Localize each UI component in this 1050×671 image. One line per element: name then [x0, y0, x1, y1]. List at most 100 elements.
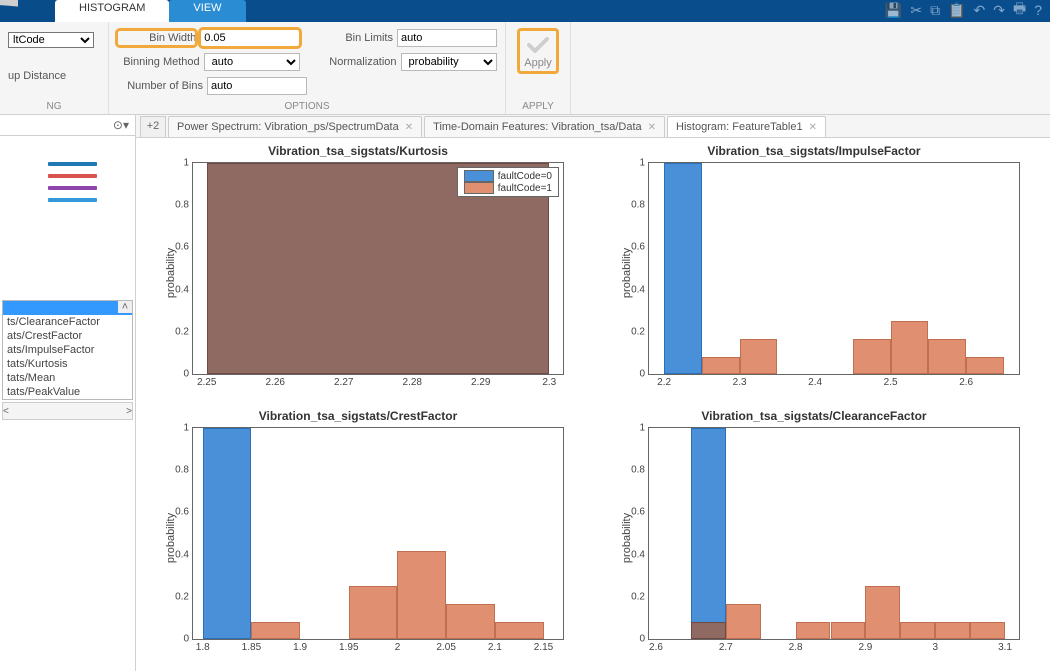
- list-selection[interactable]: [3, 301, 132, 315]
- document-tab[interactable]: Time-Domain Features: Vibration_tsa/Data…: [424, 116, 665, 137]
- ribbon-footer-options: OPTIONS: [109, 101, 505, 112]
- num-bins-input[interactable]: [207, 77, 307, 95]
- y-tick: 1: [183, 423, 189, 434]
- save-icon[interactable]: 💾: [885, 2, 902, 19]
- distance-label: up Distance: [8, 70, 100, 82]
- ribbon-section-options: Bin Width Bin Limits Binning Method auto…: [109, 22, 506, 114]
- plot-axes[interactable]: 00.20.40.60.811.81.851.91.9522.052.12.15: [192, 427, 564, 640]
- y-tick: 0.8: [175, 465, 189, 476]
- panel-menu-button[interactable]: ⊙▾: [0, 115, 135, 136]
- normalization-label: Normalization: [322, 56, 397, 68]
- tab-view[interactable]: VIEW: [169, 0, 245, 22]
- list-item[interactable]: tats/Mean: [3, 371, 132, 385]
- scroll-up-icon[interactable]: ˄: [118, 301, 132, 313]
- x-tick: 2.2: [657, 377, 671, 388]
- x-tick: 2.7: [719, 642, 733, 653]
- bin-width-input[interactable]: [200, 29, 300, 47]
- document-tab[interactable]: Power Spectrum: Vibration_ps/SpectrumDat…: [168, 116, 422, 137]
- undo-icon[interactable]: ↶: [974, 2, 986, 19]
- close-icon[interactable]: ✕: [809, 122, 817, 133]
- x-tick: 2.1: [488, 642, 502, 653]
- histogram-bar: [966, 357, 1004, 375]
- document-tab-bar: +2 Power Spectrum: Vibration_ps/Spectrum…: [136, 115, 1050, 138]
- x-tick: 3: [932, 642, 938, 653]
- titlebar-icon-group: 💾 ✂ ⧉ 📋 ↶ ↷ 🖶 ?: [885, 0, 1050, 22]
- binning-method-select[interactable]: auto: [204, 53, 300, 71]
- y-tick: 0.6: [631, 507, 645, 518]
- y-tick: 1: [183, 158, 189, 169]
- hscrollbar[interactable]: <>: [2, 402, 133, 420]
- group-by-select[interactable]: ltCode: [8, 32, 94, 48]
- histogram-bar: [726, 604, 761, 639]
- histogram-bar: [664, 163, 702, 374]
- y-tick: 0: [183, 634, 189, 645]
- document-tab-label: Power Spectrum: Vibration_ps/SpectrumDat…: [177, 121, 399, 133]
- x-tick: 2.25: [197, 377, 216, 388]
- chart-panel: Vibration_tsa_sigstats/Kurtosisprobabili…: [142, 144, 574, 401]
- y-tick: 0.2: [631, 326, 645, 337]
- histogram-bar: [397, 551, 446, 639]
- y-tick: 0.2: [175, 591, 189, 602]
- x-tick: 2.05: [436, 642, 455, 653]
- list-item[interactable]: ts/ClearanceFactor: [3, 315, 132, 329]
- plot-axes[interactable]: 00.20.40.60.812.62.72.82.933.1: [648, 427, 1020, 640]
- list-item[interactable]: ats/CrestFactor: [3, 329, 132, 343]
- tab-histogram[interactable]: HISTOGRAM: [55, 0, 169, 22]
- list-item[interactable]: ats/ImpulseFactor: [3, 343, 132, 357]
- tab-overflow-button[interactable]: +2: [140, 116, 166, 137]
- x-tick: 2: [395, 642, 401, 653]
- left-panel: ⊙▾ ˄ ts/ClearanceFactorats/CrestFactorat…: [0, 115, 136, 671]
- bin-limits-label: Bin Limits: [321, 32, 393, 44]
- legend-line-3: [48, 186, 97, 190]
- ribbon-section-left: ltCode up Distance NG: [0, 22, 109, 114]
- feature-listbox[interactable]: ˄ ts/ClearanceFactorats/CrestFactorats/I…: [2, 300, 133, 400]
- x-tick: 1.8: [196, 642, 210, 653]
- chart-title: Vibration_tsa_sigstats/Kurtosis: [142, 144, 574, 160]
- x-tick: 2.9: [858, 642, 872, 653]
- redo-icon[interactable]: ↷: [993, 2, 1005, 19]
- plot-axes[interactable]: 00.20.40.60.812.252.262.272.282.292.3fau…: [192, 162, 564, 375]
- bin-limits-input[interactable]: [397, 29, 497, 47]
- histogram-bar: [853, 339, 891, 374]
- chart-panel: Vibration_tsa_sigstats/CrestFactorprobab…: [142, 409, 574, 666]
- list-item[interactable]: tats/Kurtosis: [3, 357, 132, 371]
- x-tick: 1.9: [293, 642, 307, 653]
- y-tick: 0.2: [175, 326, 189, 337]
- toolstrip-spacer: [0, 0, 55, 22]
- print-icon[interactable]: 🖶: [1013, 0, 1026, 22]
- normalization-select[interactable]: probability: [401, 53, 497, 71]
- binning-method-label: Binning Method: [117, 56, 200, 68]
- workspace: ⊙▾ ˄ ts/ClearanceFactorats/CrestFactorat…: [0, 115, 1050, 671]
- chart-panel: Vibration_tsa_sigstats/ClearanceFactorpr…: [598, 409, 1030, 666]
- histogram-bar-overlap: [691, 622, 726, 640]
- x-tick: 2.3: [733, 377, 747, 388]
- histogram-bar: [702, 357, 740, 375]
- x-tick: 2.27: [334, 377, 353, 388]
- y-tick: 0.8: [631, 200, 645, 211]
- paste-icon[interactable]: 📋: [948, 2, 965, 19]
- list-item[interactable]: tats/PeakValue: [3, 385, 132, 399]
- y-tick: 0: [639, 634, 645, 645]
- legend-line-4: [48, 198, 97, 202]
- document-tab[interactable]: Histogram: FeatureTable1✕: [667, 116, 826, 137]
- histogram-bar: [900, 622, 935, 640]
- histogram-bar: [203, 428, 252, 639]
- x-tick: 1.95: [339, 642, 358, 653]
- histogram-bar: [796, 622, 831, 640]
- check-icon: [526, 35, 550, 55]
- plot-axes[interactable]: 00.20.40.60.812.22.32.42.52.6: [648, 162, 1020, 375]
- ribbon: ltCode up Distance NG Bin Width Bin Limi…: [0, 22, 1050, 115]
- histogram-bar: [251, 622, 300, 640]
- x-tick: 2.4: [808, 377, 822, 388]
- cut-icon[interactable]: ✂: [910, 2, 922, 19]
- y-tick: 0.4: [631, 284, 645, 295]
- legend-line-2: [48, 174, 97, 178]
- histogram-bar: [691, 428, 726, 639]
- x-tick: 2.28: [403, 377, 422, 388]
- histogram-bar: [928, 339, 966, 374]
- close-icon[interactable]: ✕: [405, 122, 413, 133]
- help-icon[interactable]: ?: [1034, 2, 1042, 18]
- close-icon[interactable]: ✕: [648, 122, 656, 133]
- apply-button[interactable]: Apply: [517, 28, 559, 74]
- copy-icon[interactable]: ⧉: [930, 2, 940, 19]
